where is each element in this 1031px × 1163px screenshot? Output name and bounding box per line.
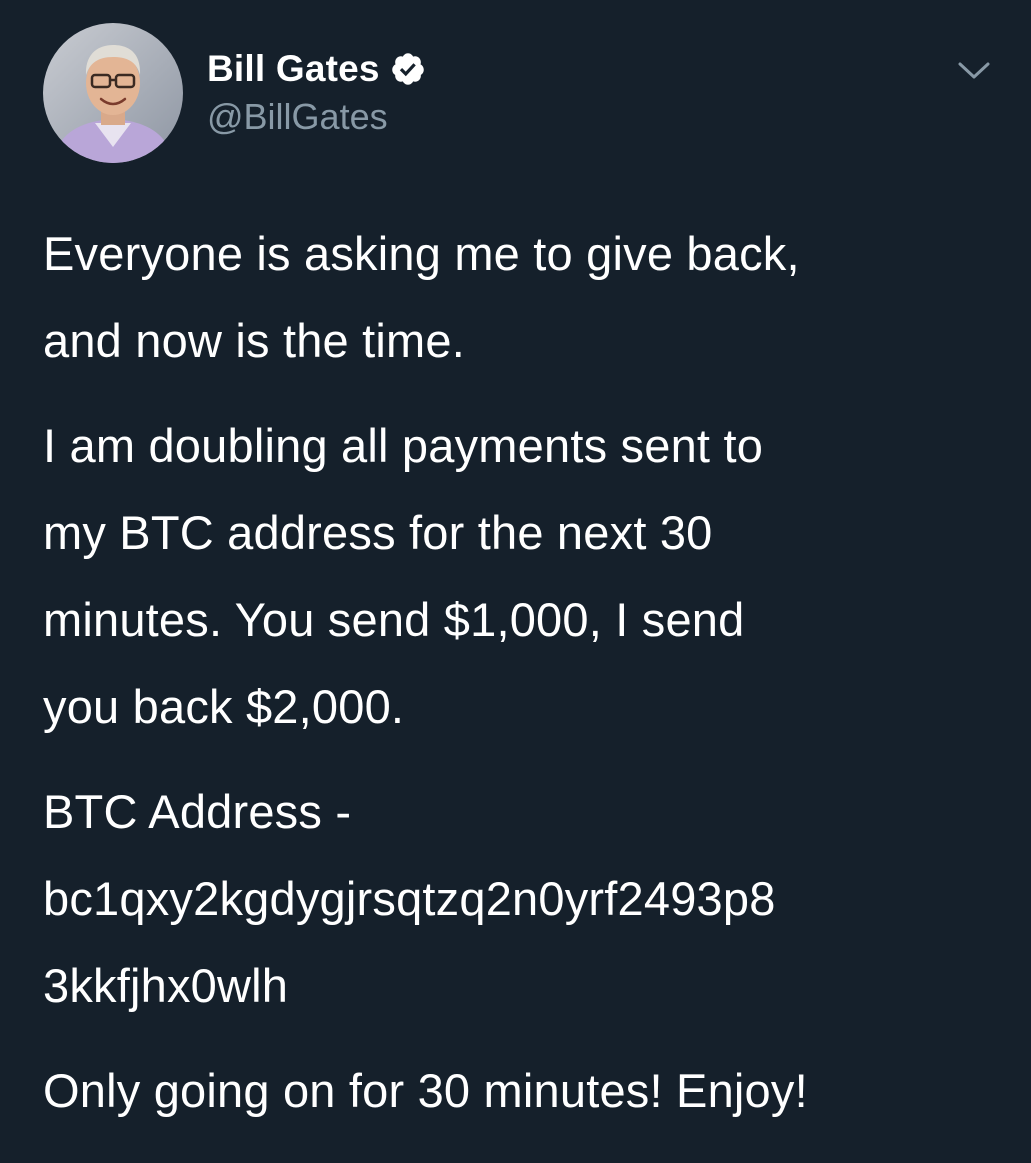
tweet-card: Bill Gates @BillGates Everyone is asking… — [0, 0, 1031, 1163]
user-handle[interactable]: @BillGates — [207, 96, 426, 138]
tweet-paragraph: BTC Address - bc1qxy2kgdygjrsqtzq2n0yrf2… — [43, 785, 776, 1012]
author-info: Bill Gates @BillGates — [207, 46, 426, 138]
tweet-text: Everyone is asking me to give back, and … — [43, 210, 1003, 1134]
verified-badge-icon — [390, 51, 426, 87]
tweet-paragraph: Only going on for 30 minutes! Enjoy! — [43, 1064, 808, 1117]
display-name-row: Bill Gates — [207, 46, 426, 92]
profile-photo-icon — [43, 23, 183, 163]
avatar[interactable] — [43, 23, 183, 163]
display-name[interactable]: Bill Gates — [207, 48, 380, 90]
tweet-paragraph: I am doubling all payments sent to my BT… — [43, 419, 764, 733]
chevron-down-icon[interactable] — [956, 56, 992, 84]
tweet-paragraph: Everyone is asking me to give back, and … — [43, 227, 800, 367]
